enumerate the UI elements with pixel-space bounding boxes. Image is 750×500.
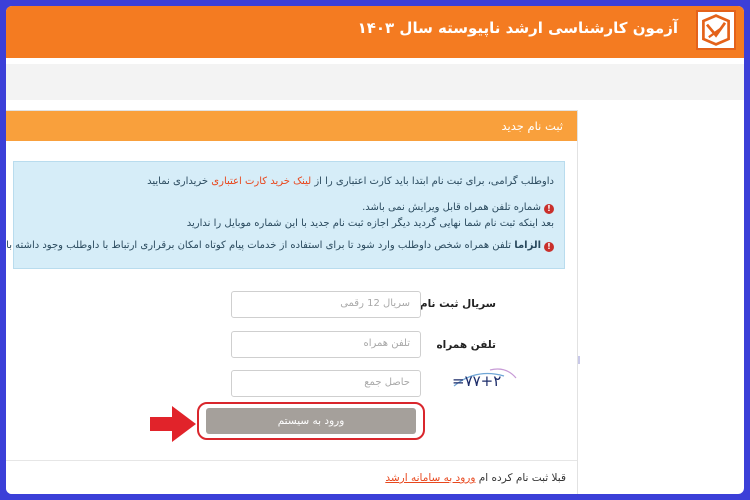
phone-label: تلفن همراه xyxy=(436,339,496,351)
exclamation-circle-icon: ! xyxy=(544,242,554,252)
brand-logo-icon[interactable] xyxy=(696,10,736,50)
login-system-link[interactable]: ورود به سامانه ارشد xyxy=(385,472,475,484)
login-button[interactable]: ورود به سیستم xyxy=(206,408,416,434)
divider xyxy=(6,460,577,461)
browser-frame: آزمون کارشناسی ارشد ناپیوسته سال ۱۴۰۳ ثب… xyxy=(6,6,744,494)
alert-line-phone-not-editable: !شماره تلفن همراه قابل ویرایش نمی باشد. xyxy=(362,200,554,216)
scroll-marker xyxy=(578,356,580,364)
buy-credit-card-link[interactable]: لینک خرید کارت اعتباری xyxy=(211,176,311,187)
already-registered-text: قبلا ثبت نام کرده ام ورود به سامانه ارشد xyxy=(385,472,566,484)
captcha-text: =۷۷+۲ xyxy=(452,372,501,390)
nav-band xyxy=(6,64,744,100)
site-header: آزمون کارشناسی ارشد ناپیوسته سال ۱۴۰۳ xyxy=(6,6,744,58)
alert-line-no-new-registration: بعد اینکه ثبت نام شما نهایی گردید دیگر ا… xyxy=(186,218,554,229)
serial-label: سریال ثبت نام xyxy=(419,298,496,310)
card-title: ثبت نام جدید xyxy=(501,119,563,133)
serial-input[interactable]: سریال 12 رقمی xyxy=(231,291,421,318)
pointer-arrow-icon xyxy=(150,406,196,442)
exclamation-circle-icon: ! xyxy=(544,204,554,214)
submit-highlight: ورود به سیستم xyxy=(197,402,425,440)
info-alert: داوطلب گرامی، برای ثبت نام ابتدا باید کا… xyxy=(6,161,565,269)
alert-line-credit-card: داوطلب گرامی، برای ثبت نام ابتدا باید کا… xyxy=(147,176,554,187)
phone-input[interactable]: تلفن همراه xyxy=(231,331,421,358)
captcha-answer-input[interactable]: حاصل جمع xyxy=(231,370,421,397)
alert-line-mandatory-phone: !الزاما تلفن همراه شخص داوطلب وارد شود ت… xyxy=(6,238,554,254)
captcha-image: =۷۷+۲ xyxy=(446,366,522,392)
card-header: ثبت نام جدید xyxy=(6,111,577,141)
page-title: آزمون کارشناسی ارشد ناپیوسته سال ۱۴۰۳ xyxy=(357,19,678,37)
